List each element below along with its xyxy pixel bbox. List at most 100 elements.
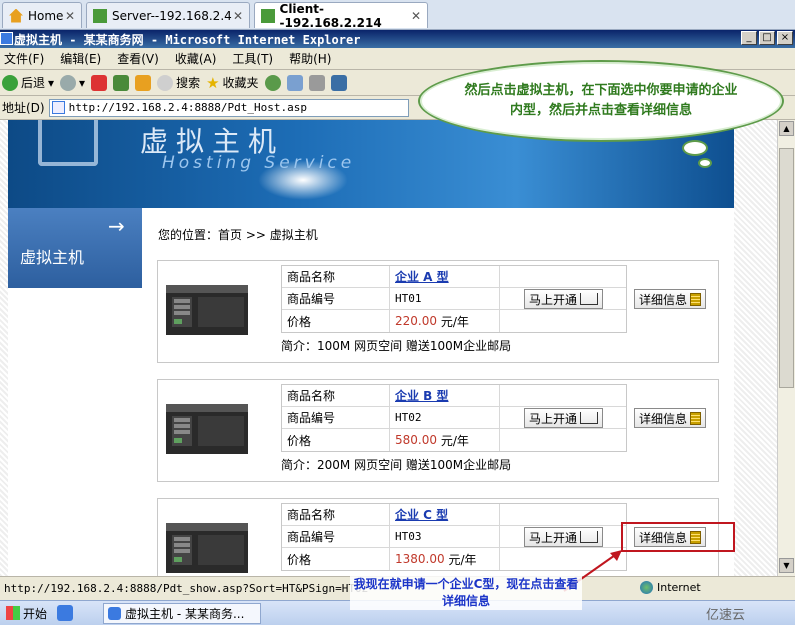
open-now-button[interactable]: 马上开通 bbox=[524, 408, 604, 428]
detail-icon bbox=[690, 292, 702, 306]
open-now-label: 马上开通 bbox=[529, 292, 578, 307]
breadcrumb: 您的位置：首页 >> 虚拟主机 bbox=[158, 228, 318, 242]
code-key: 商品编号 bbox=[282, 407, 390, 428]
scroll-down-icon[interactable]: ▼ bbox=[779, 558, 794, 573]
price-key: 价格 bbox=[282, 548, 390, 570]
product-code: HT01 bbox=[390, 288, 500, 309]
vertical-scrollbar[interactable]: ▲ ▼ bbox=[777, 120, 795, 576]
arrow-right-icon: → bbox=[108, 214, 125, 238]
favorites-button[interactable]: ★ 收藏夹 bbox=[206, 74, 258, 92]
edit-icon[interactable] bbox=[330, 74, 347, 91]
mail-icon[interactable] bbox=[286, 74, 303, 91]
product-name-link[interactable]: 企业 A 型 bbox=[395, 268, 449, 285]
detail-icon bbox=[690, 411, 702, 425]
search-icon bbox=[157, 74, 174, 91]
security-zone: Internet bbox=[640, 581, 701, 594]
cart-icon bbox=[580, 293, 599, 305]
product-code: HT03 bbox=[390, 526, 500, 547]
detail-highlight-box bbox=[621, 522, 735, 552]
zone-label: Internet bbox=[657, 581, 701, 594]
globe-icon bbox=[640, 581, 653, 594]
close-icon[interactable]: ✕ bbox=[233, 9, 243, 23]
ie-quicklaunch-icon[interactable] bbox=[57, 605, 74, 621]
back-arrow-icon bbox=[2, 74, 18, 91]
back-label: 后退 bbox=[21, 76, 46, 90]
monitor-graphic bbox=[38, 120, 98, 166]
tab-client[interactable]: Client--192.168.2.214 ✕ bbox=[254, 1, 428, 30]
tab-label: Server--192.168.2.4 bbox=[112, 8, 232, 23]
close-button[interactable]: × bbox=[777, 31, 793, 45]
sidebar-item-virtual-host[interactable]: → 虚拟主机 bbox=[8, 208, 142, 288]
ie-icon bbox=[108, 606, 122, 620]
favorites-label: 收藏夹 bbox=[222, 76, 259, 90]
restore-button[interactable]: □ bbox=[759, 31, 775, 45]
open-now-button[interactable]: 马上开通 bbox=[524, 289, 604, 309]
home-icon[interactable] bbox=[135, 74, 152, 91]
product-card: 商品名称 企业 A 型 商品编号 HT01 价格 220.00 元/年 马上开通 详细… bbox=[157, 260, 719, 363]
star-icon: ★ bbox=[206, 73, 220, 92]
menu-help[interactable]: 帮助(H) bbox=[289, 50, 331, 67]
open-now-label: 马上开通 bbox=[529, 411, 578, 426]
tab-home[interactable]: Home ✕ bbox=[2, 2, 82, 28]
menu-favorites[interactable]: 收藏(A) bbox=[175, 50, 217, 67]
price-key: 价格 bbox=[282, 310, 390, 332]
search-button[interactable]: 搜索 bbox=[157, 74, 200, 91]
product-intro: 简介：100M 网页空间 赠送100M企业邮局 bbox=[281, 339, 512, 353]
product-card: 商品名称 企业 B 型 商品编号 HT02 价格 580.00 元/年 马上开通 详细… bbox=[157, 379, 719, 482]
taskbar-item[interactable]: 虚拟主机 - 某某商务... bbox=[103, 602, 262, 624]
sidebar-item-label: 虚拟主机 bbox=[20, 248, 85, 267]
menu-view[interactable]: 查看(V) bbox=[117, 50, 159, 67]
window-title: 虚拟主机 - 某某商务网 - Microsoft Internet Explor… bbox=[14, 32, 361, 47]
address-input[interactable]: http://192.168.2.4:8888/Pdt_Host.asp bbox=[48, 98, 409, 117]
detail-label: 详细信息 bbox=[639, 292, 688, 307]
left-pattern bbox=[0, 120, 8, 576]
close-icon[interactable]: ✕ bbox=[65, 9, 75, 23]
product-name-link[interactable]: 企业 C 型 bbox=[395, 506, 448, 523]
open-now-button[interactable]: 马上开通 bbox=[524, 527, 604, 547]
close-icon[interactable]: ✕ bbox=[411, 9, 421, 23]
menu-file[interactable]: 文件(F) bbox=[4, 50, 44, 67]
vm-icon bbox=[261, 8, 275, 23]
server-image bbox=[166, 285, 248, 335]
cart-icon bbox=[580, 412, 599, 424]
banner-subtitle: Hosting Service bbox=[162, 153, 356, 173]
history-icon[interactable] bbox=[264, 74, 281, 91]
tab-label: Home bbox=[28, 8, 64, 23]
start-button[interactable]: 开始 bbox=[0, 602, 53, 624]
server-image bbox=[166, 404, 248, 454]
code-key: 商品编号 bbox=[282, 526, 390, 547]
print-icon[interactable] bbox=[308, 74, 325, 91]
cart-icon bbox=[580, 531, 599, 543]
tab-server[interactable]: Server--192.168.2.4 ✕ bbox=[86, 2, 250, 28]
page-content: 虚拟主机 Hosting Service → 虚拟主机 您的位置：首页 >> 虚… bbox=[0, 120, 795, 576]
search-label: 搜索 bbox=[176, 76, 201, 90]
refresh-icon[interactable] bbox=[113, 74, 130, 91]
detail-button[interactable]: 详细信息 bbox=[634, 289, 707, 309]
name-key: 商品名称 bbox=[282, 385, 390, 406]
address-label: 地址(D) bbox=[2, 101, 45, 115]
menu-tools[interactable]: 工具(T) bbox=[232, 50, 273, 67]
forward-button[interactable]: ▾ bbox=[60, 74, 85, 91]
windows-logo-icon bbox=[6, 606, 20, 620]
scroll-up-icon[interactable]: ▲ bbox=[779, 121, 794, 136]
instruction-callout: 然后点击虚拟主机，在下面选中你要申请的企业内型，然后并点击查看详细信息 bbox=[418, 60, 784, 142]
window-controls: _ □ × bbox=[741, 31, 793, 45]
open-now-label: 马上开通 bbox=[529, 530, 578, 545]
product-price: 220.00 bbox=[395, 314, 437, 328]
product-price: 580.00 bbox=[395, 433, 437, 447]
status-url: http://192.168.2.4:8888/Pdt_show.asp?Sor… bbox=[4, 582, 369, 595]
minimize-button[interactable]: _ bbox=[741, 31, 757, 45]
taskbar-item-label: 虚拟主机 - 某某商务... bbox=[125, 606, 245, 621]
price-unit: 元/年 bbox=[440, 314, 469, 329]
address-url: http://192.168.2.4:8888/Pdt_Host.asp bbox=[68, 101, 308, 114]
stop-icon[interactable] bbox=[91, 74, 108, 91]
scroll-thumb[interactable] bbox=[779, 148, 794, 388]
price-key: 价格 bbox=[282, 429, 390, 451]
back-button[interactable]: 后退 ▾ bbox=[2, 74, 54, 91]
menu-edit[interactable]: 编辑(E) bbox=[60, 50, 101, 67]
detail-label: 详细信息 bbox=[639, 411, 688, 426]
tab-label: Client--192.168.2.214 bbox=[279, 1, 382, 30]
product-intro: 简介：200M 网页空间 赠送100M企业邮局 bbox=[281, 458, 512, 472]
detail-button[interactable]: 详细信息 bbox=[634, 408, 707, 428]
product-name-link[interactable]: 企业 B 型 bbox=[395, 387, 449, 404]
